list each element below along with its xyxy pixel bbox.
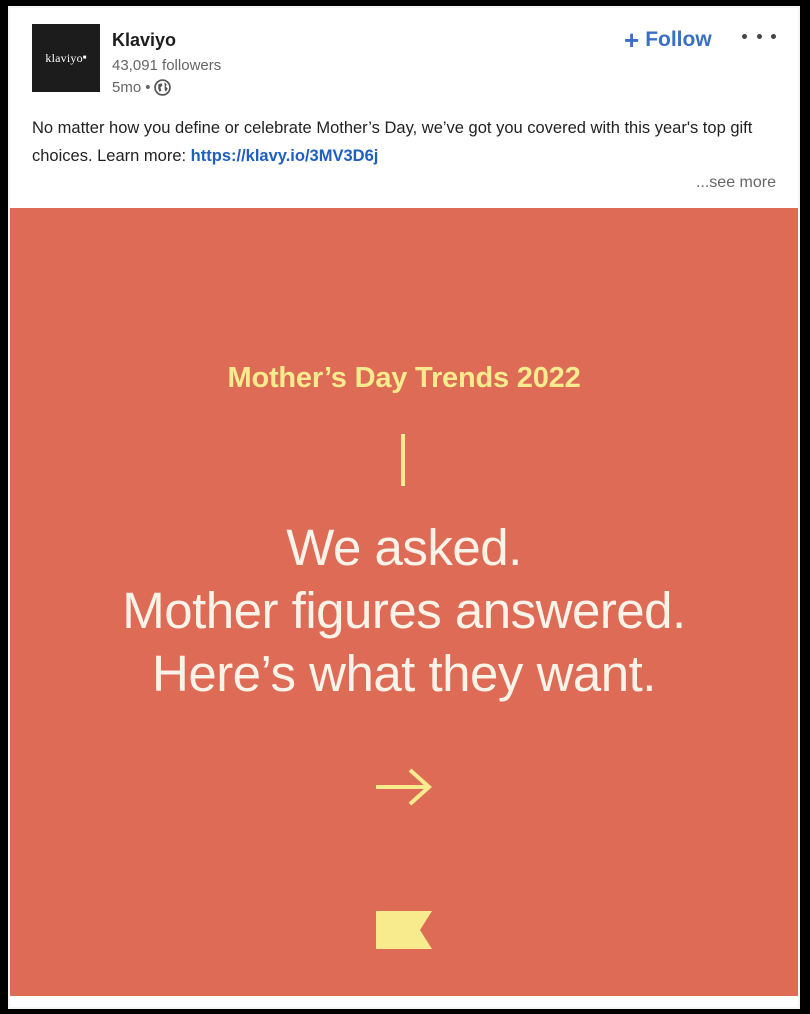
ellipsis-dot-icon (771, 33, 776, 39)
post-body: No matter how you define or celebrate Mo… (32, 119, 753, 165)
bottom-edge (10, 996, 798, 1007)
company-logo[interactable]: klaviyo ■ (32, 24, 100, 92)
post-meta: 5mo • (112, 79, 172, 96)
post-age: 5mo (112, 79, 142, 96)
logo-mark-icon: ■ (82, 55, 87, 61)
globe-icon (154, 79, 172, 96)
post-text: No matter how you define or celebrate Mo… (32, 114, 772, 170)
image-headline: We asked. Mother figures answered. Here’… (10, 516, 798, 705)
headline-line: We asked. (286, 519, 522, 576)
post-link[interactable]: https://klavy.io/3MV3D6j (191, 147, 379, 165)
follower-count: 43,091 followers (112, 57, 222, 74)
logo-text: klaviyo (45, 50, 83, 65)
post-header: klaviyo ■ Klaviyo 43,091 followers 5mo • … (10, 8, 798, 208)
linkedin-post-card: klaviyo ■ Klaviyo 43,091 followers 5mo • … (8, 6, 800, 1009)
follow-button[interactable]: + Follow (624, 24, 712, 56)
see-more-link[interactable]: ...see more (696, 174, 776, 192)
ellipsis-dot-icon (742, 33, 747, 39)
company-name[interactable]: Klaviyo (112, 30, 176, 51)
plus-icon: + (624, 25, 640, 55)
more-options-button[interactable] (742, 26, 776, 46)
headline-line: Here’s what they want. (152, 645, 656, 702)
headline-line: Mother figures answered. (122, 582, 686, 639)
ellipsis-dot-icon (756, 33, 762, 39)
divider-line (401, 434, 405, 486)
image-title: Mother’s Day Trends 2022 (227, 362, 581, 394)
follow-label: Follow (645, 28, 712, 51)
klaviyo-flag-icon (376, 911, 432, 949)
meta-separator: • (145, 79, 151, 96)
arrow-right-icon (376, 768, 432, 806)
post-image[interactable]: Mother’s Day Trends 2022 We asked. Mothe… (10, 208, 798, 996)
